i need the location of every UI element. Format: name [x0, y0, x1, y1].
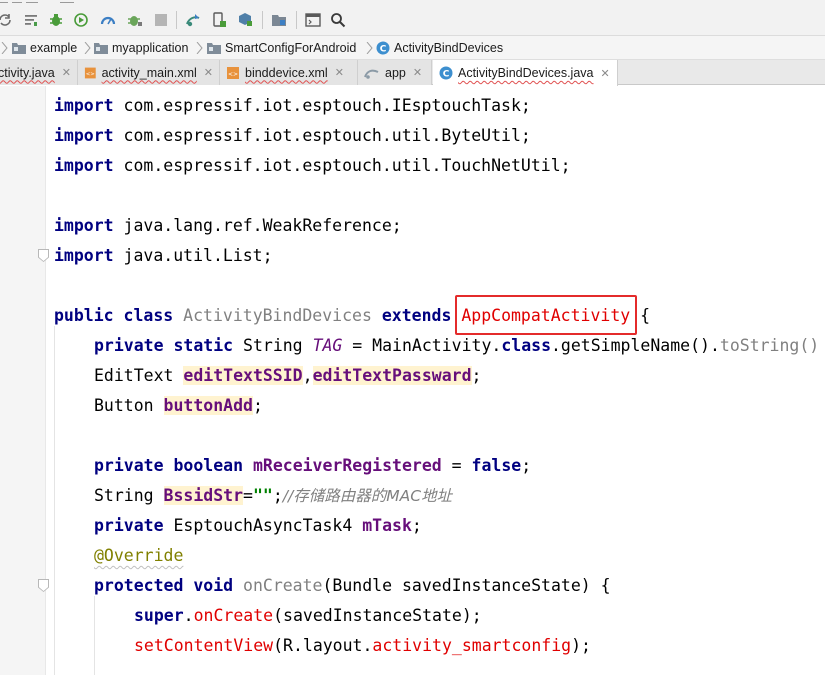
code-line: EditText editTextSSID,editTextPassward; [94, 366, 482, 385]
code-line: import java.util.List; [54, 246, 273, 265]
toolbar-separator [296, 11, 297, 29]
toolbar-top-edge [0, 0, 140, 6]
profile-icon[interactable] [99, 11, 117, 29]
breadcrumb-item-example[interactable]: example [12, 36, 77, 60]
project-structure-icon[interactable] [270, 11, 288, 29]
code-line: private boolean mReceiverRegistered = fa… [94, 456, 532, 475]
package-folder-icon [207, 43, 221, 54]
tab-activity-java[interactable]: ctivity.java ✕ [0, 60, 78, 85]
breadcrumb-separator-icon [1, 42, 8, 54]
fold-marker-icon[interactable] [38, 249, 49, 262]
package-folder-icon [12, 43, 26, 54]
code-line: private EsptouchAsyncTask4 mTask; [94, 516, 422, 535]
tab-label: ctivity.java [0, 65, 55, 80]
fold-marker-icon[interactable] [38, 579, 49, 592]
svg-text:<>: <> [86, 71, 95, 77]
code-line: setContentView(R.layout.activity_smartco… [134, 636, 591, 655]
tab-label: activity_main.xml [101, 65, 197, 80]
attach-debugger-icon[interactable] [126, 11, 144, 29]
close-icon[interactable]: ✕ [600, 67, 609, 80]
xml-file-icon: <> [227, 66, 239, 79]
annotation-highlight-box [455, 295, 637, 335]
package-folder-icon [94, 43, 108, 54]
editor-gutter [0, 86, 49, 675]
gradle-icon [364, 69, 379, 79]
search-icon[interactable] [329, 11, 347, 29]
java-class-icon: C [376, 41, 390, 55]
breadcrumb: example myapplication SmartConfigForAndr… [0, 36, 825, 60]
main-toolbar [0, 0, 825, 36]
close-icon[interactable]: ✕ [335, 66, 344, 79]
code-line: String BssidStr="";//存储路由器的MAC地址 [94, 486, 453, 505]
tab-app[interactable]: app ✕ [358, 60, 432, 85]
code-line: private static String TAG = MainActivity… [94, 336, 820, 355]
breadcrumb-item-smartconfigforandroid[interactable]: SmartConfigForAndroid [207, 36, 356, 60]
sync-gradle-icon[interactable] [184, 11, 202, 29]
breadcrumb-label: ActivityBindDevices [394, 41, 504, 55]
editor-tabs: ctivity.java ✕ <> activity_main.xml ✕ <>… [0, 60, 825, 86]
indent-guide [54, 326, 55, 675]
tab-activitybinddevices-java[interactable]: C ActivityBindDevices.java ✕ [433, 60, 618, 86]
structure-icon[interactable] [22, 11, 40, 29]
code-line: import com.espressif.iot.esptouch.util.B… [54, 126, 531, 145]
breadcrumb-item-activitybinddevices[interactable]: C ActivityBindDevices [376, 36, 503, 60]
debug-icon[interactable] [47, 11, 65, 29]
terminal-icon[interactable] [304, 11, 322, 29]
breadcrumb-label: SmartConfigForAndroid [225, 41, 357, 55]
run-icon[interactable] [72, 11, 90, 29]
toolbar-separator [176, 11, 177, 29]
sdk-manager-icon[interactable] [236, 11, 254, 29]
code-line: import com.espressif.iot.esptouch.IEspto… [54, 96, 531, 115]
toolbar-separator [262, 11, 263, 29]
sync-icon[interactable] [0, 11, 14, 29]
code-line: import com.espressif.iot.esptouch.util.T… [54, 156, 571, 175]
tab-activity-main-xml[interactable]: <> activity_main.xml ✕ [78, 60, 220, 85]
tab-label: binddevice.xml [245, 65, 328, 80]
stop-icon[interactable] [152, 11, 170, 29]
close-icon[interactable]: ✕ [62, 66, 71, 79]
svg-text:C: C [380, 45, 387, 55]
code-line: Button buttonAdd; [94, 396, 263, 415]
breadcrumb-item-myapplication[interactable]: myapplication [94, 36, 188, 60]
xml-file-icon: <> [84, 67, 96, 78]
close-icon[interactable]: ✕ [413, 66, 422, 79]
tab-binddevice-xml[interactable]: <> binddevice.xml ✕ [220, 60, 358, 85]
code-line: import java.lang.ref.WeakReference; [54, 216, 402, 235]
svg-text:<>: <> [228, 71, 238, 78]
java-class-icon: C [439, 66, 453, 80]
indent-guide [94, 596, 95, 675]
code-editor[interactable]: import com.espressif.iot.esptouch.IEspto… [0, 86, 825, 675]
breadcrumb-separator-icon [196, 42, 203, 54]
code-line: super.onCreate(savedInstanceState); [134, 606, 482, 625]
tab-label: app [385, 65, 406, 80]
tab-label: ActivityBindDevices.java [458, 66, 594, 80]
code-line: protected void onCreate(Bundle savedInst… [94, 576, 611, 595]
breadcrumb-separator-icon [366, 42, 373, 54]
avd-manager-icon[interactable] [210, 11, 228, 29]
breadcrumb-label: myapplication [112, 41, 189, 55]
breadcrumb-label: example [30, 41, 78, 55]
breadcrumb-separator-icon [84, 42, 91, 54]
svg-text:C: C [443, 70, 450, 80]
code-line: @Override [94, 546, 184, 565]
close-icon[interactable]: ✕ [204, 66, 213, 79]
